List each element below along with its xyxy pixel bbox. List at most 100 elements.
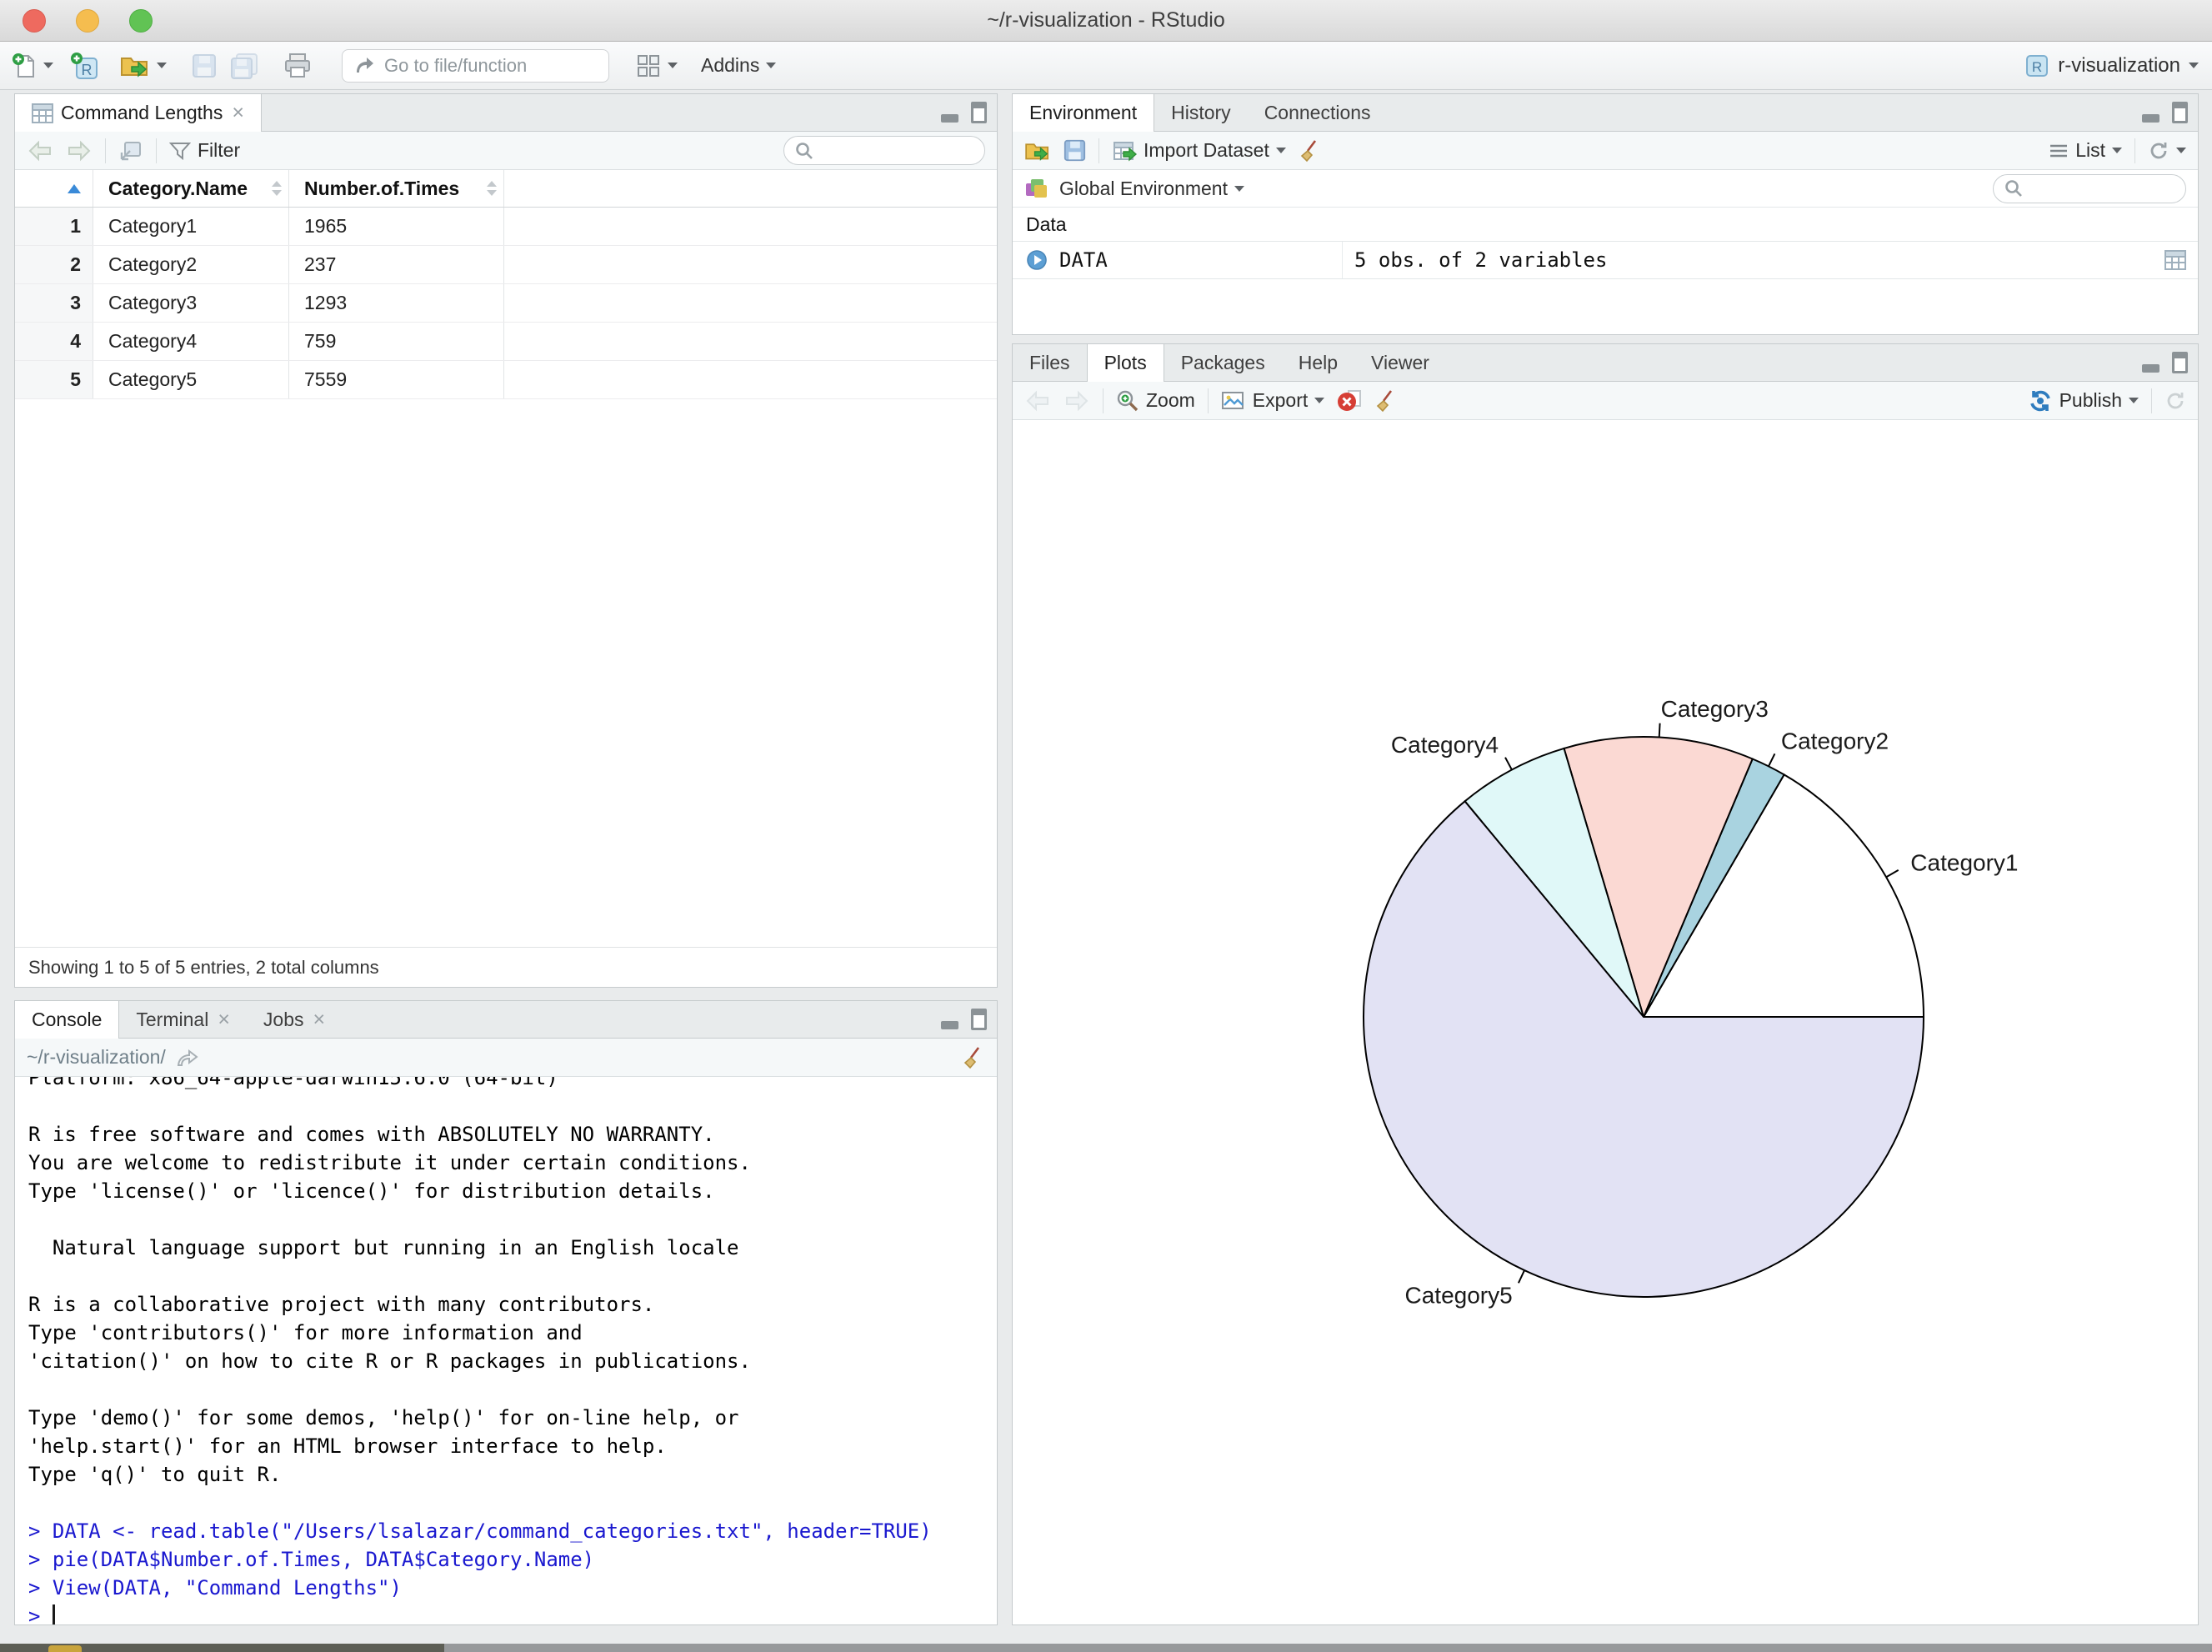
table-row[interactable]: 5 Category5 7559 [15,361,997,399]
table-row[interactable]: 2 Category2 237 [15,246,997,284]
pie-label: Category3 [1661,696,1769,722]
search-icon [2004,178,2024,198]
next-plot-icon[interactable] [1063,390,1090,412]
table-row[interactable]: 1 Category1 1965 [15,208,997,246]
maximize-pane-icon[interactable] [2172,102,2188,123]
prompt-label: > [28,1604,53,1624]
chevron-down-icon [2176,148,2186,153]
pane-grid-icon [636,53,661,78]
cell-category: Category4 [93,323,289,360]
minimize-pane-icon[interactable] [2142,114,2159,123]
environment-tabstrip: Environment History Connections [1013,94,2198,132]
console-output[interactable]: Platform: x86_64-apple-darwin15.6.0 (64-… [15,1077,997,1624]
cell-category: Category3 [93,284,289,322]
save-workspace-icon[interactable] [1063,139,1086,162]
tab-command-lengths[interactable]: Command Lengths × [15,94,262,132]
tab-connections[interactable]: Connections [1248,94,1388,131]
titlebar: ~/r-visualization - RStudio [0,0,2212,42]
export-plot-button[interactable]: Export [1221,389,1325,412]
viewer-search[interactable] [783,136,985,165]
chevron-down-icon [2129,398,2139,403]
tab-label: Viewer [1371,351,1429,373]
close-icon[interactable]: × [218,1009,230,1030]
open-in-window-icon[interactable] [118,139,143,163]
save-all-button[interactable] [230,53,258,79]
view-object-grid-icon[interactable] [2164,250,2186,270]
project-menu-button[interactable]: R r-visualization [2024,42,2199,89]
goto-file-input[interactable] [383,53,561,78]
close-icon[interactable]: × [313,1009,326,1030]
console-command-line: > pie(DATA$Number.of.Times, DATA$Categor… [28,1548,595,1571]
sort-icons [272,181,282,196]
console-line: Natural language support but running in … [28,1236,739,1259]
tab-help[interactable]: Help [1282,344,1354,381]
tab-label: Help [1298,351,1339,373]
back-icon[interactable] [27,140,53,162]
filter-label: Filter [198,139,241,161]
tab-plots[interactable]: Plots [1086,344,1164,382]
close-icon[interactable]: × [232,103,244,123]
console-line: R is free software and comes with ABSOLU… [28,1123,715,1146]
maximize-pane-icon[interactable] [971,1009,987,1030]
addins-button[interactable]: Addins [701,54,777,77]
divider [2134,138,2135,163]
forward-icon[interactable] [66,140,93,162]
import-dataset-button[interactable]: Import Dataset [1112,139,1286,162]
list-view-button[interactable]: List [2049,139,2122,162]
new-project-button[interactable]: R [70,52,98,80]
previous-plot-icon[interactable] [1024,390,1051,412]
table-icon [32,103,53,123]
new-file-button[interactable] [12,53,53,79]
chevron-down-icon [2189,63,2199,68]
share-arrow-icon[interactable] [176,1048,199,1068]
maximize-pane-icon[interactable] [971,102,987,123]
tab-label: Jobs [263,1008,304,1030]
expand-object-icon[interactable] [1026,249,1048,271]
load-workspace-folder-icon[interactable] [1024,140,1051,162]
goto-file-search[interactable] [342,48,609,83]
cell-category: Category1 [93,208,289,245]
minimize-pane-icon[interactable] [2142,364,2159,373]
refresh-plot-icon[interactable] [2164,390,2186,412]
clear-console-broom-icon[interactable] [962,1046,985,1069]
console-line: 'help.start()' for an HTML browser inter… [28,1434,667,1458]
clear-objects-broom-icon[interactable] [1299,139,1322,163]
cell-category: Category2 [93,246,289,283]
table-header: Category.Name Number.of.Times [15,170,997,208]
goto-arrow-icon [353,55,374,77]
cell-rownum: 3 [15,284,93,322]
console-tabstrip: Console Terminal × Jobs × [15,1001,997,1039]
environment-search[interactable] [1993,173,2186,203]
tab-viewer[interactable]: Viewer [1354,344,1446,381]
rownum-header[interactable] [15,170,93,207]
tab-terminal[interactable]: Terminal × [119,1001,247,1038]
pane-layout-button[interactable] [636,53,678,78]
column-header-category[interactable]: Category.Name [93,170,289,207]
tab-files[interactable]: Files [1013,344,1087,381]
environment-scope-dropdown[interactable]: Global Environment [1059,178,1244,200]
save-button[interactable] [192,53,217,78]
maximize-pane-icon[interactable] [2172,352,2188,373]
remove-plot-icon[interactable] [1337,389,1362,413]
tab-environment[interactable]: Environment [1013,94,1155,132]
tab-packages[interactable]: Packages [1164,344,1282,381]
refresh-environment-button[interactable] [2148,140,2186,162]
publish-button[interactable]: Publish [2028,388,2139,413]
tab-history[interactable]: History [1154,94,1248,131]
zoom-plot-button[interactable]: Zoom [1116,389,1195,413]
open-file-button[interactable] [120,53,167,78]
column-header-times[interactable]: Number.of.Times [289,170,504,207]
filter-button[interactable]: Filter [169,139,240,162]
minimize-pane-icon[interactable] [941,114,958,123]
table-row[interactable]: 4 Category4 759 [15,323,997,361]
minimize-pane-icon[interactable] [941,1021,958,1029]
tab-label: Terminal [136,1008,209,1030]
print-button[interactable] [283,53,312,79]
table-row[interactable]: 3 Category3 1293 [15,284,997,323]
tab-jobs[interactable]: Jobs × [247,1001,342,1038]
plots-pane: Files Plots Packages Help Viewer Zoom Ex… [1012,343,2199,1625]
environment-object-row[interactable]: DATA 5 obs. of 2 variables [1013,242,2198,279]
clear-plots-broom-icon[interactable] [1374,389,1398,413]
console-command-line: > DATA <- read.table("/Users/lsalazar/co… [28,1519,932,1543]
tab-console[interactable]: Console [15,1001,120,1039]
